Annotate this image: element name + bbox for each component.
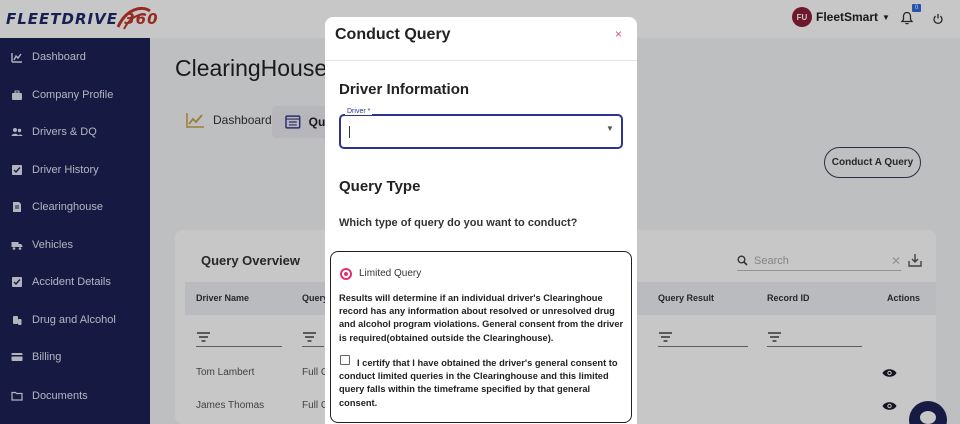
limited-query-description: Results will determine if an individual … [339, 293, 624, 343]
query-type-question: Which type of query do you want to condu… [339, 217, 578, 229]
driver-info-heading: Driver Information [339, 81, 470, 98]
modal-title: Conduct Query [335, 26, 451, 43]
close-icon[interactable]: × [615, 27, 622, 41]
driver-field-label: Driver * [345, 108, 373, 115]
limited-query-label[interactable]: Limited Query [359, 268, 421, 279]
query-type-heading: Query Type [339, 178, 421, 195]
conduct-query-modal: Conduct Query × Driver Information ▼ Dri… [325, 17, 637, 424]
certify-text[interactable]: I certify that I have obtained the drive… [339, 357, 625, 410]
driver-select[interactable]: ▼ [339, 114, 623, 149]
limited-query-radio[interactable] [340, 268, 352, 280]
chevron-down-icon[interactable]: ▼ [606, 124, 614, 133]
text-cursor [349, 126, 350, 138]
modal-divider [325, 60, 637, 61]
